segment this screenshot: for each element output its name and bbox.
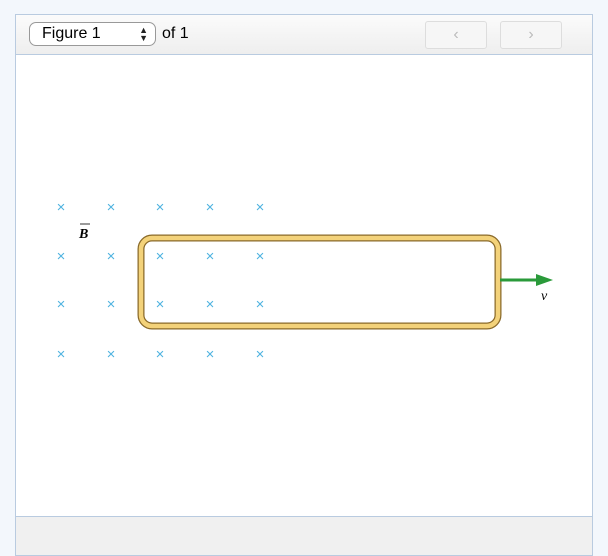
field-cross-icon: ×	[156, 296, 165, 313]
field-cross-icon: ×	[206, 199, 215, 216]
field-label: B	[78, 227, 88, 242]
field-cross-icon: ×	[206, 296, 215, 313]
field-cross-icon: ×	[57, 296, 66, 313]
field-cross-icon: ×	[206, 248, 215, 265]
conducting-loop	[137, 234, 502, 330]
velocity-arrowhead	[536, 274, 553, 286]
field-cross-icon: ×	[156, 199, 165, 216]
field-cross-icon: ×	[256, 199, 265, 216]
field-cross-icon: ×	[256, 296, 265, 313]
field-cross-icon: ×	[107, 346, 116, 363]
field-cross-icon: ×	[107, 199, 116, 216]
field-cross-icon: ×	[256, 346, 265, 363]
field-cross-icon: ×	[206, 346, 215, 363]
field-cross-icon: ×	[156, 248, 165, 265]
velocity-label: v	[541, 289, 548, 304]
field-cross-icon: ×	[107, 248, 116, 265]
field-cross-icon: ×	[107, 296, 116, 313]
field-cross-icon: ×	[57, 248, 66, 265]
conducting-loop-fill	[138, 235, 501, 329]
field-cross-icon: ×	[156, 346, 165, 363]
figure-diagram: × × × × × × × × × × × × × × × × × × × × v B	[57, 199, 553, 363]
field-cross-icon: ×	[57, 199, 66, 216]
field-cross-icon: ×	[256, 248, 265, 265]
field-cross-icon: ×	[57, 346, 66, 363]
